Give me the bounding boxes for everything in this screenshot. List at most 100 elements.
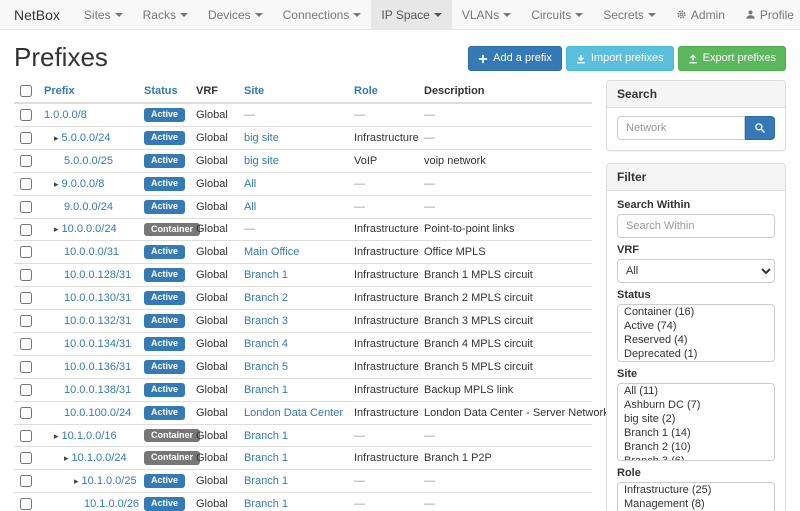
- nav-item-ip-space[interactable]: IP Space: [371, 0, 451, 29]
- filter-option[interactable]: Management (8): [618, 497, 774, 511]
- prefix-link[interactable]: 10.0.0.132/31: [64, 315, 131, 327]
- prefix-link[interactable]: 5.0.0.0/24: [62, 132, 111, 144]
- site-link[interactable]: London Data Center: [244, 407, 343, 419]
- site-link[interactable]: Branch 1: [244, 452, 288, 464]
- row-checkbox[interactable]: [20, 384, 32, 396]
- prefix-link[interactable]: 10.1.0.0/24: [72, 452, 127, 464]
- gear-icon: [676, 9, 687, 20]
- prefix-link[interactable]: 10.0.0.130/31: [64, 292, 131, 304]
- filter-option[interactable]: All (11): [618, 384, 774, 398]
- select-all-checkbox[interactable]: [20, 85, 32, 97]
- site-link[interactable]: All: [244, 201, 256, 213]
- nav-item-devices[interactable]: Devices: [198, 0, 273, 29]
- row-checkbox[interactable]: [20, 178, 32, 190]
- prefix-link[interactable]: 10.0.100.0/24: [64, 407, 131, 419]
- prefix-link[interactable]: 10.1.0.0/16: [62, 430, 117, 442]
- brand-logo[interactable]: NetBox: [0, 0, 74, 29]
- site-link[interactable]: Branch 1: [244, 498, 288, 510]
- row-checkbox[interactable]: [20, 292, 32, 304]
- role-filter-list[interactable]: Infrastructure (25)Management (8)Private…: [617, 482, 775, 511]
- prefix-link[interactable]: 10.0.0.0/24: [62, 223, 117, 235]
- nav-item-secrets[interactable]: Secrets: [593, 0, 666, 29]
- filter-option[interactable]: Branch 1 (14): [618, 426, 774, 440]
- site-link[interactable]: Branch 1: [244, 384, 288, 396]
- prefix-link[interactable]: 10.1.0.0/26: [84, 498, 139, 510]
- add-prefix-button[interactable]: Add a prefix: [468, 46, 562, 71]
- site-link[interactable]: big site: [244, 155, 279, 167]
- column-header-status[interactable]: Status: [144, 85, 178, 97]
- nav-item-circuits[interactable]: Circuits: [521, 0, 593, 29]
- prefix-link[interactable]: 9.0.0.0/8: [62, 178, 105, 190]
- site-link[interactable]: Branch 1: [244, 430, 288, 442]
- row-checkbox[interactable]: [20, 155, 32, 167]
- site-link[interactable]: Branch 1: [244, 475, 288, 487]
- prefix-link[interactable]: 1.0.0.0/8: [44, 109, 87, 121]
- prefix-cell: 10.0.0.0/31: [38, 241, 138, 264]
- row-checkbox[interactable]: [20, 315, 32, 327]
- search-within-input[interactable]: [617, 214, 775, 238]
- nav-item-vlans[interactable]: VLANs: [452, 0, 521, 29]
- site-link[interactable]: Branch 2: [244, 292, 288, 304]
- filter-option[interactable]: Container (16): [618, 305, 774, 319]
- empty-role: —: [354, 109, 365, 121]
- filter-option[interactable]: Branch 2 (10): [618, 440, 774, 454]
- export-prefixes-button[interactable]: Export prefixes: [678, 46, 786, 71]
- site-link[interactable]: Branch 3: [244, 315, 288, 327]
- status-badge: Active: [144, 337, 185, 351]
- status-filter-list[interactable]: Container (16)Active (74)Reserved (4)Dep…: [617, 304, 775, 362]
- search-input[interactable]: [617, 116, 745, 140]
- site-link[interactable]: Branch 5: [244, 361, 288, 373]
- nav-item-racks[interactable]: Racks: [133, 0, 198, 29]
- site-link[interactable]: Branch 1: [244, 269, 288, 281]
- row-checkbox[interactable]: [20, 338, 32, 350]
- row-checkbox[interactable]: [20, 361, 32, 373]
- prefix-cell: ▸10.1.0.0/25: [38, 470, 138, 493]
- prefix-cell: 10.0.0.138/31: [38, 378, 138, 401]
- site-link[interactable]: big site: [244, 132, 279, 144]
- prefix-link[interactable]: 10.0.0.0/31: [64, 246, 119, 258]
- site-link[interactable]: Main Office: [244, 246, 299, 258]
- row-checkbox[interactable]: [20, 269, 32, 281]
- filter-option[interactable]: Ashburn DC (7): [618, 398, 774, 412]
- admin-link[interactable]: Admin: [666, 0, 735, 29]
- row-checkbox[interactable]: [20, 109, 32, 121]
- prefix-row: 10.0.0.138/31ActiveGlobalBranch 1Infrast…: [14, 378, 592, 401]
- profile-link[interactable]: Profile: [735, 0, 800, 29]
- row-checkbox[interactable]: [20, 224, 32, 236]
- filter-option[interactable]: big site (2): [618, 412, 774, 426]
- row-checkbox[interactable]: [20, 407, 32, 419]
- row-checkbox[interactable]: [20, 475, 32, 487]
- row-checkbox[interactable]: [20, 430, 32, 442]
- filter-option[interactable]: Branch 3 (6): [618, 454, 774, 461]
- prefix-link[interactable]: 9.0.0.0/24: [64, 201, 113, 213]
- empty-role: —: [354, 430, 365, 442]
- prefix-link[interactable]: 10.0.0.128/31: [64, 269, 131, 281]
- role-cell: —: [348, 493, 418, 511]
- site-link[interactable]: All: [244, 178, 256, 190]
- row-checkbox[interactable]: [20, 201, 32, 213]
- import-prefixes-button[interactable]: Import prefixes: [566, 46, 674, 71]
- filter-option[interactable]: Reserved (4): [618, 333, 774, 347]
- column-header-site[interactable]: Site: [244, 85, 264, 97]
- prefix-link[interactable]: 10.0.0.134/31: [64, 338, 131, 350]
- nav-item-connections[interactable]: Connections: [273, 0, 372, 29]
- nav-item-sites[interactable]: Sites: [74, 0, 133, 29]
- prefix-link[interactable]: 10.0.0.138/31: [64, 384, 131, 396]
- filter-option[interactable]: Deprecated (1): [618, 347, 774, 361]
- empty-role: —: [354, 178, 365, 190]
- prefix-link[interactable]: 10.1.0.0/25: [82, 475, 137, 487]
- filter-option[interactable]: Infrastructure (25): [618, 483, 774, 497]
- site-filter-list[interactable]: All (11)Ashburn DC (7)big site (2)Branch…: [617, 383, 775, 461]
- search-button[interactable]: [745, 116, 775, 140]
- column-header-prefix[interactable]: Prefix: [44, 85, 75, 97]
- row-checkbox[interactable]: [20, 246, 32, 258]
- row-checkbox[interactable]: [20, 498, 32, 510]
- prefix-link[interactable]: 10.0.0.136/31: [64, 361, 131, 373]
- prefix-link[interactable]: 5.0.0.0/25: [64, 155, 113, 167]
- vrf-select[interactable]: All: [617, 259, 775, 283]
- filter-option[interactable]: Active (74): [618, 319, 774, 333]
- column-header-role[interactable]: Role: [354, 85, 378, 97]
- row-checkbox[interactable]: [20, 452, 32, 464]
- row-checkbox[interactable]: [20, 132, 32, 144]
- site-link[interactable]: Branch 4: [244, 338, 288, 350]
